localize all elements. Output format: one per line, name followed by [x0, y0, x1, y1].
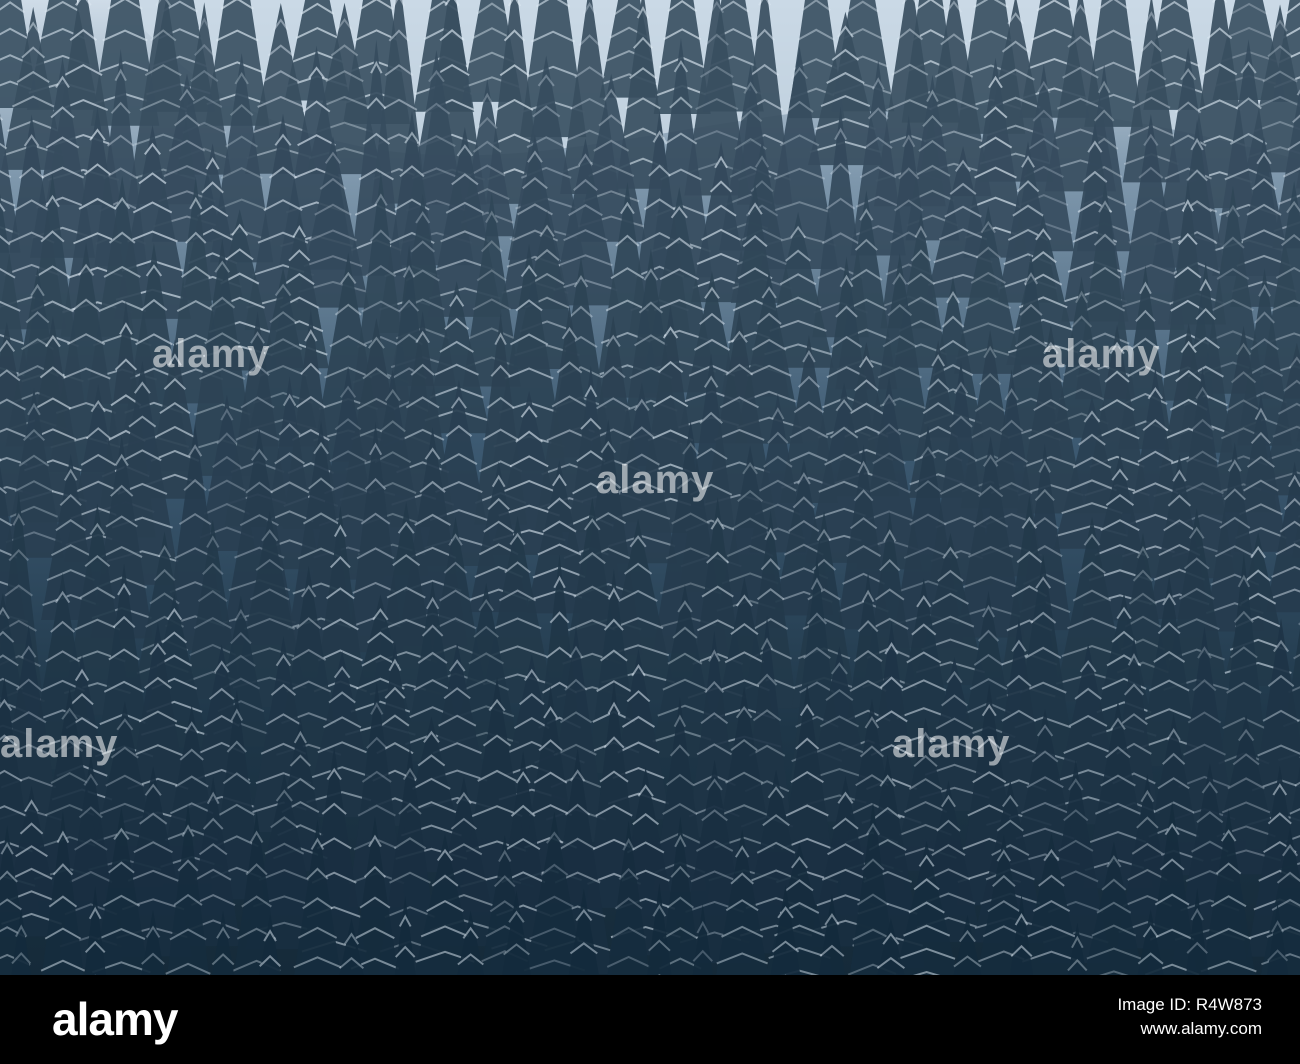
stock-photo-page: alamy alamy alamy alamy alamy alamy Imag… [0, 0, 1300, 1064]
watermark-logo: alamy [892, 722, 1011, 766]
watermark-logo: alamy [0, 722, 119, 766]
watermark-logo: alamy [1042, 332, 1161, 376]
image-meta: Image ID: R4W873 www.alamy.com [1117, 993, 1262, 1041]
alamy-logo[interactable]: alamy [52, 993, 178, 1045]
forest-photo: alamy alamy alamy alamy alamy [0, 0, 1300, 975]
image-id: Image ID: R4W873 [1117, 995, 1262, 1014]
footer-bar: alamy Image ID: R4W873 www.alamy.com [0, 975, 1300, 1064]
watermark-logo: alamy [152, 332, 271, 376]
site-url[interactable]: www.alamy.com [1117, 1017, 1262, 1041]
watermark-logo: alamy [596, 458, 715, 502]
